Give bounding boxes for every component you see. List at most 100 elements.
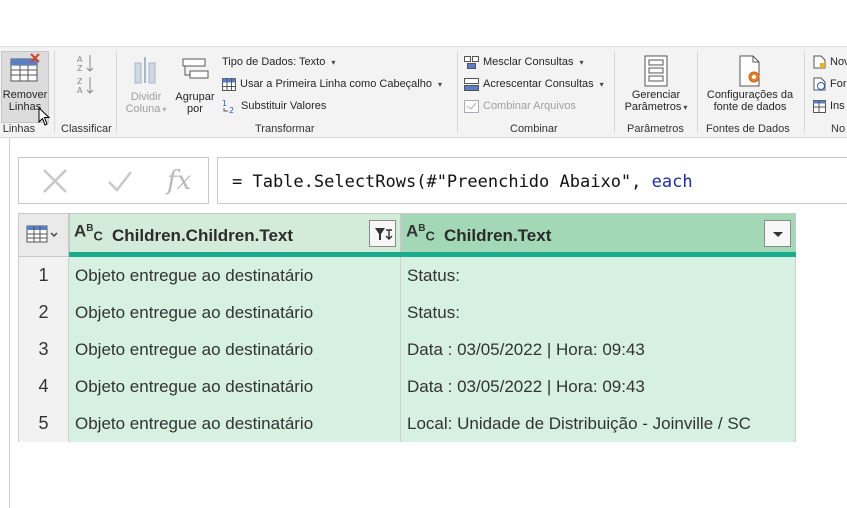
table-row[interactable]: 3 Objeto entregue ao destinatário Data :… <box>18 331 796 368</box>
nova-fonte-button[interactable]: Nov <box>813 54 847 70</box>
formula-input[interactable]: = Table.SelectRows(#"Preenchido Abaixo",… <box>217 157 847 204</box>
config-fonte-line1: Configurações da <box>706 89 794 101</box>
power-query-window: Remover Linhas r Linhas A Z Z A Classifi… <box>0 0 847 508</box>
table-cell[interactable]: Data : 03/05/2022 | Hora: 09:43 <box>401 331 796 368</box>
sort-descending-icon[interactable]: Z A <box>76 75 96 95</box>
row-number: 1 <box>18 257 69 294</box>
svg-text:A: A <box>77 55 83 64</box>
dividir-coluna-line2: Coluna ▾ <box>125 103 167 115</box>
fontes-recentes-button[interactable]: For <box>813 76 847 92</box>
agrupar-por-button[interactable]: Agrupar por <box>171 55 219 115</box>
svg-text:1: 1 <box>222 99 227 108</box>
data-source-settings-icon <box>739 55 760 87</box>
dividir-coluna-line1: Dividir <box>130 91 162 103</box>
merge-queries-icon <box>464 55 479 69</box>
svg-text:2: 2 <box>229 106 234 113</box>
separator <box>804 51 805 133</box>
chevron-down-icon: ▾ <box>579 57 584 67</box>
commit-check-icon[interactable] <box>106 167 134 195</box>
table-row[interactable]: 4 Objeto entregue ao destinatário Data :… <box>18 368 796 405</box>
filter-funnel-icon <box>374 227 392 240</box>
group-by-icon <box>182 58 209 79</box>
table-menu-button[interactable] <box>18 213 69 257</box>
table-icon <box>26 225 58 243</box>
enter-data-icon <box>813 99 826 113</box>
table-row[interactable]: 1 Objeto entregue ao destinatário Status… <box>18 257 796 294</box>
table-cell[interactable]: Objeto entregue ao destinatário <box>69 405 401 442</box>
table-cell[interactable]: Data : 03/05/2022 | Hora: 09:43 <box>401 368 796 405</box>
chevron-down-icon <box>772 231 783 237</box>
acrescentar-consultas-label: Acrescentar Consultas <box>483 78 594 90</box>
group-classificar-label: Classificar <box>61 123 112 135</box>
group-parametros-label: Parâmetros <box>627 123 684 135</box>
svg-text:Z: Z <box>77 64 83 73</box>
separator <box>54 51 55 133</box>
column-header-children-children-text[interactable]: ABC Children.Children.Text <box>69 213 401 257</box>
manage-parameters-icon <box>644 55 668 87</box>
table-cell[interactable]: Local: Unidade de Distribuição - Joinvil… <box>401 405 796 442</box>
table-cell[interactable]: Objeto entregue ao destinatário <box>69 368 401 405</box>
filter-button[interactable] <box>369 220 396 247</box>
column-title: Children.Text <box>444 226 552 245</box>
text-type-icon[interactable]: ABC <box>406 222 435 243</box>
usar-primeira-linha-button[interactable]: Usar a Primeira Linha como Cabeçalho ▾ <box>222 76 442 92</box>
mouse-cursor-icon <box>38 107 51 126</box>
combine-files-icon <box>464 99 479 113</box>
chevron-down-icon: ▾ <box>437 79 442 89</box>
row-number: 2 <box>18 294 69 331</box>
remover-linhas-button[interactable]: Remover Linhas <box>2 53 48 113</box>
ribbon: Remover Linhas r Linhas A Z Z A Classifi… <box>0 46 847 138</box>
gerenciar-parametros-line1: Gerenciar <box>631 89 681 101</box>
text-type-icon[interactable]: ABC <box>74 222 103 243</box>
group-fontes-label: Fontes de Dados <box>706 123 790 135</box>
substituir-valores-button[interactable]: 12 Substituir Valores <box>222 98 326 114</box>
mesclar-consultas-button[interactable]: Mesclar Consultas ▾ <box>464 54 584 70</box>
tipo-dados-dropdown[interactable]: Tipo de Dados: Texto ▾ <box>222 54 335 70</box>
combinar-arquivos-label: Combinar Arquivos <box>483 100 576 112</box>
sort-ascending-icon[interactable]: A Z <box>76 53 96 73</box>
table-cell[interactable]: Objeto entregue ao destinatário <box>69 257 401 294</box>
table-row[interactable]: 5 Objeto entregue ao destinatário Local:… <box>18 405 796 442</box>
separator <box>116 51 117 133</box>
acrescentar-consultas-button[interactable]: Acrescentar Consultas ▾ <box>464 76 604 92</box>
substituir-valores-label: Substituir Valores <box>241 100 327 112</box>
cancel-icon[interactable] <box>41 167 69 195</box>
dividir-coluna-button[interactable]: Dividir Coluna ▾ <box>121 55 171 116</box>
tipo-dados-label: Tipo de Dados: Texto <box>222 56 326 68</box>
usar-primeira-linha-label: Usar a Primeira Linha como Cabeçalho <box>240 78 432 90</box>
mesclar-consultas-label: Mesclar Consultas <box>483 56 574 68</box>
gerenciar-parametros-button[interactable]: Gerenciar Parâmetros ▾ <box>619 55 693 114</box>
row-number: 3 <box>18 331 69 368</box>
table-row[interactable]: 2 Objeto entregue ao destinatário Status… <box>18 294 796 331</box>
group-combinar-label: Combinar <box>510 123 558 135</box>
config-fonte-button[interactable]: Configurações da fonte de dados <box>700 55 800 113</box>
fontes-recentes-label: For <box>830 78 847 90</box>
separator <box>697 51 698 133</box>
group-transformar-label: Transformar <box>255 123 315 135</box>
agrupar-por-line1: Agrupar <box>175 91 215 103</box>
chevron-down-icon: ▾ <box>599 79 604 89</box>
column-header-children-text[interactable]: ABC Children.Text <box>401 213 796 257</box>
combinar-arquivos-button[interactable]: Combinar Arquivos <box>464 98 576 114</box>
append-queries-icon <box>464 77 479 91</box>
inserir-dados-button[interactable]: Ins <box>813 98 845 114</box>
dropdown-button[interactable] <box>764 220 791 247</box>
left-pane-border <box>9 138 10 508</box>
recent-sources-icon <box>813 77 826 91</box>
gerenciar-parametros-line2: Parâmetros ▾ <box>624 101 688 113</box>
svg-text:A: A <box>77 86 83 95</box>
new-source-icon <box>813 55 826 69</box>
group-linhas-label: r Linhas <box>0 123 36 135</box>
table-cell[interactable]: Status: <box>401 294 796 331</box>
table-cell[interactable]: Objeto entregue ao destinatário <box>69 331 401 368</box>
fx-icon[interactable]: fx <box>167 166 191 196</box>
table-cell[interactable]: Status: <box>401 257 796 294</box>
header-row-icon <box>222 77 236 91</box>
table-cell[interactable]: Objeto entregue ao destinatário <box>69 294 401 331</box>
row-number: 4 <box>18 368 69 405</box>
config-fonte-line2: fonte de dados <box>713 101 787 113</box>
column-title: Children.Children.Text <box>112 226 294 245</box>
formula-keyword: each <box>651 172 693 192</box>
row-number: 5 <box>18 405 69 442</box>
replace-values-icon: 12 <box>222 99 234 113</box>
